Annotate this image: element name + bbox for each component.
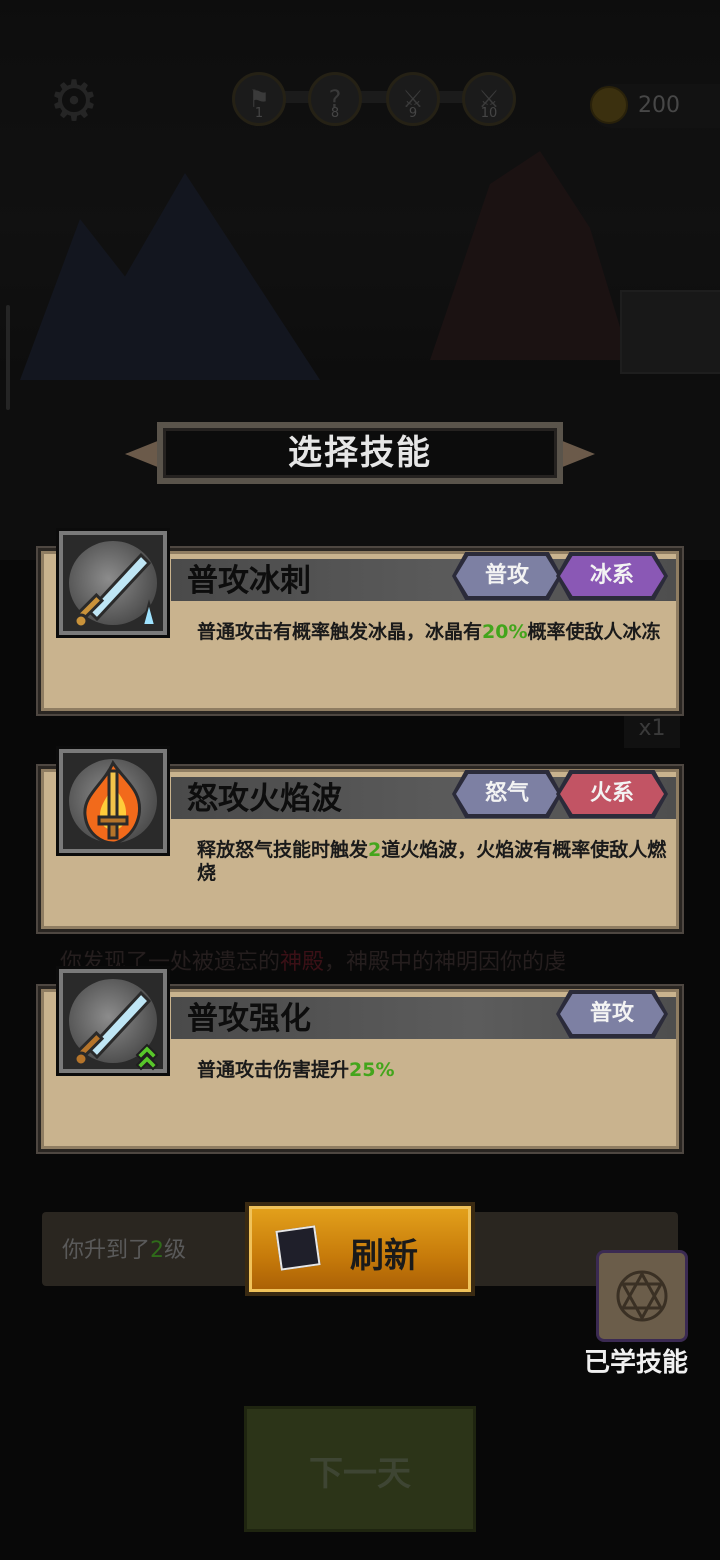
skill-tag: 冰系 (560, 556, 664, 596)
next-day-button-label: 下一天 (309, 1454, 411, 1494)
ice-sword-icon (56, 528, 170, 638)
fire-sword-icon (56, 746, 170, 856)
level-log-text: 你升到了2级 (62, 1238, 187, 1263)
skill-description: 释放怒气技能时触发2道火焰波，火焰波有概率使敌人燃烧 (197, 839, 667, 884)
skill-tag: 火系 (560, 774, 664, 814)
skill-description: 普通攻击伤害提升25% (197, 1059, 395, 1081)
skill-description: 普通攻击有概率触发冰晶，冰晶有20%概率使敌人冰冻 (197, 621, 661, 643)
skill-name: 普攻强化 (187, 1001, 311, 1037)
panel-title: 选择技能 (288, 433, 432, 473)
skill-tag: 普攻 (456, 556, 558, 596)
learned-skills-button-label[interactable]: 已学技能 (584, 1342, 688, 1379)
skill-tag: 普攻 (560, 994, 664, 1034)
sword-upgrade-icon (56, 966, 170, 1076)
skill-name: 普攻冰刺 (187, 563, 311, 599)
skill-tag: 怒气 (456, 774, 558, 814)
refresh-button-label: 刷新 (350, 1236, 418, 1276)
scroll-icon[interactable] (596, 1250, 688, 1342)
skill-name: 怒攻火焰波 (187, 781, 342, 817)
panel-title-banner: 选择技能 (125, 418, 595, 488)
video-clapper-icon (275, 1225, 321, 1271)
